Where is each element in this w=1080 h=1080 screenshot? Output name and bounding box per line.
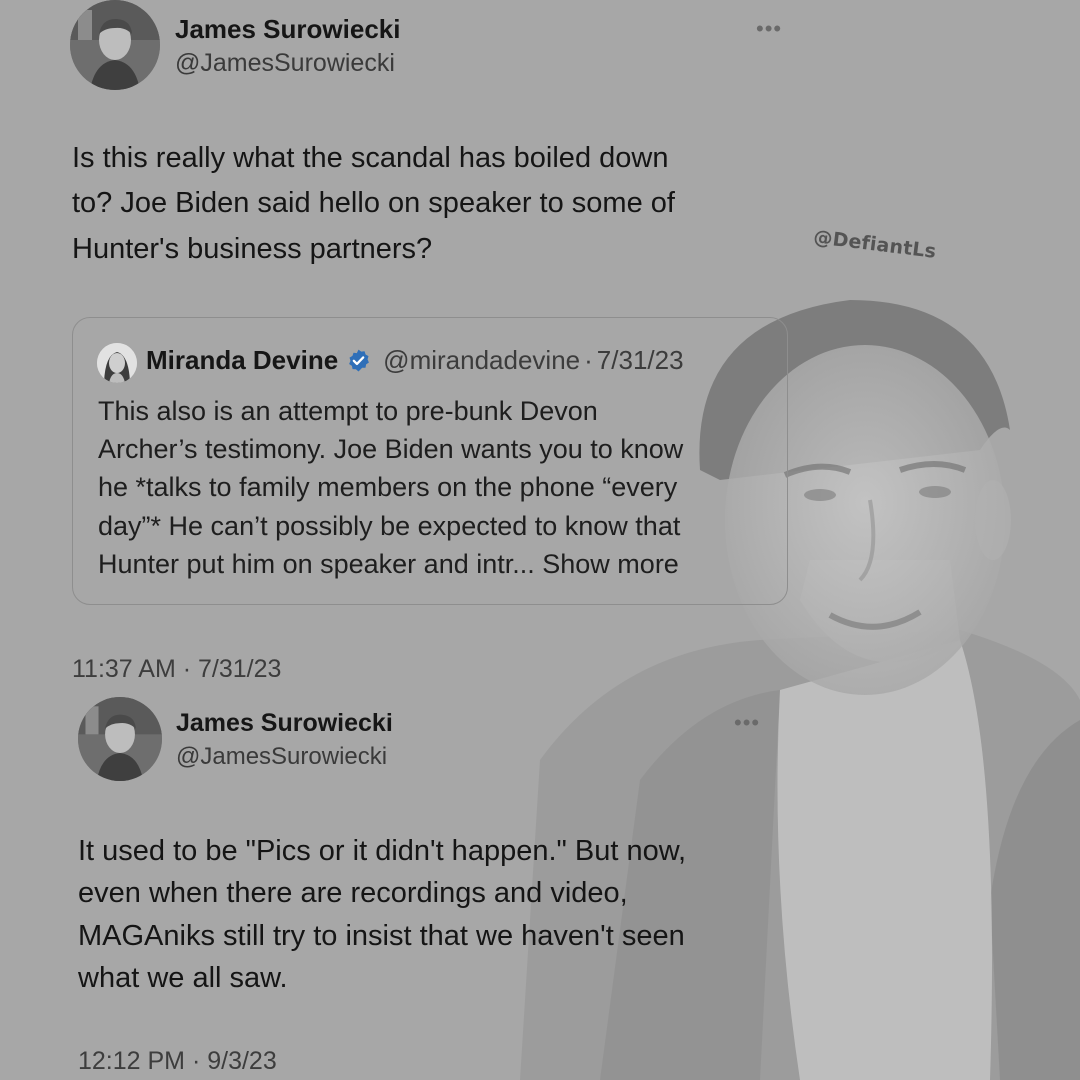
tweet-text-line: what we all saw. (78, 962, 288, 994)
author-handle[interactable]: @JamesSurowiecki (176, 743, 387, 771)
tweet-text-line: even when there are recordings and video… (78, 877, 628, 909)
tweet-text-line: Hunter's business partners? (72, 233, 433, 265)
avatar-photo-icon (78, 697, 162, 781)
avatar-photo-icon (70, 0, 160, 90)
tweet-text-line: It used to be "Pics or it didn't happen.… (78, 835, 687, 867)
author-name[interactable]: James Surowiecki (176, 709, 393, 738)
ellipsis-icon[interactable]: ••• (734, 712, 760, 734)
quoted-tweet-header: Miranda Devine @mirandadevine · 7/31/23 (146, 345, 684, 376)
tweet-timestamp[interactable]: 11:37 AM · 7/31/23 (72, 655, 281, 684)
quoted-text-line: he *talks to family members on the phone… (98, 472, 678, 503)
tweet-text-line: MAGAniks still try to insist that we hav… (78, 920, 685, 952)
quoted-author-name[interactable]: Miranda Devine (146, 345, 338, 376)
quoted-author-avatar[interactable] (97, 343, 137, 383)
quoted-text-line: Hunter put him on speaker and intr... (98, 548, 535, 579)
author-name[interactable]: James Surowiecki (175, 14, 400, 45)
quoted-tweet-date[interactable]: 7/31/23 (597, 345, 684, 376)
separator-dot: · (584, 345, 593, 375)
avatar-photo-icon (97, 343, 137, 383)
quoted-text-line-last: Hunter put him on speaker and intr... Sh… (98, 545, 778, 583)
author-avatar[interactable] (70, 0, 160, 90)
quoted-tweet-text: This also is an attempt to pre-bunk Devo… (98, 392, 778, 583)
quoted-author-handle[interactable]: @mirandadevine (383, 345, 580, 376)
author-handle[interactable]: @JamesSurowiecki (175, 49, 395, 78)
quoted-text-line: Archer’s testimony. Joe Biden wants you … (98, 434, 684, 465)
quoted-text-line: day”* He can’t possibly be expected to k… (98, 510, 681, 541)
tweet-text-line: to? Joe Biden said hello on speaker to s… (72, 187, 675, 219)
verified-badge-icon (346, 348, 371, 373)
show-more-link[interactable]: Show more (542, 549, 679, 579)
tweet-timestamp[interactable]: 12:12 PM · 9/3/23 (78, 1047, 277, 1076)
quoted-text-line: This also is an attempt to pre-bunk Devo… (98, 396, 598, 426)
ellipsis-icon[interactable]: ••• (756, 18, 782, 40)
tweet-text-line: Is this really what the scandal has boil… (72, 142, 669, 174)
author-avatar[interactable] (78, 697, 162, 781)
